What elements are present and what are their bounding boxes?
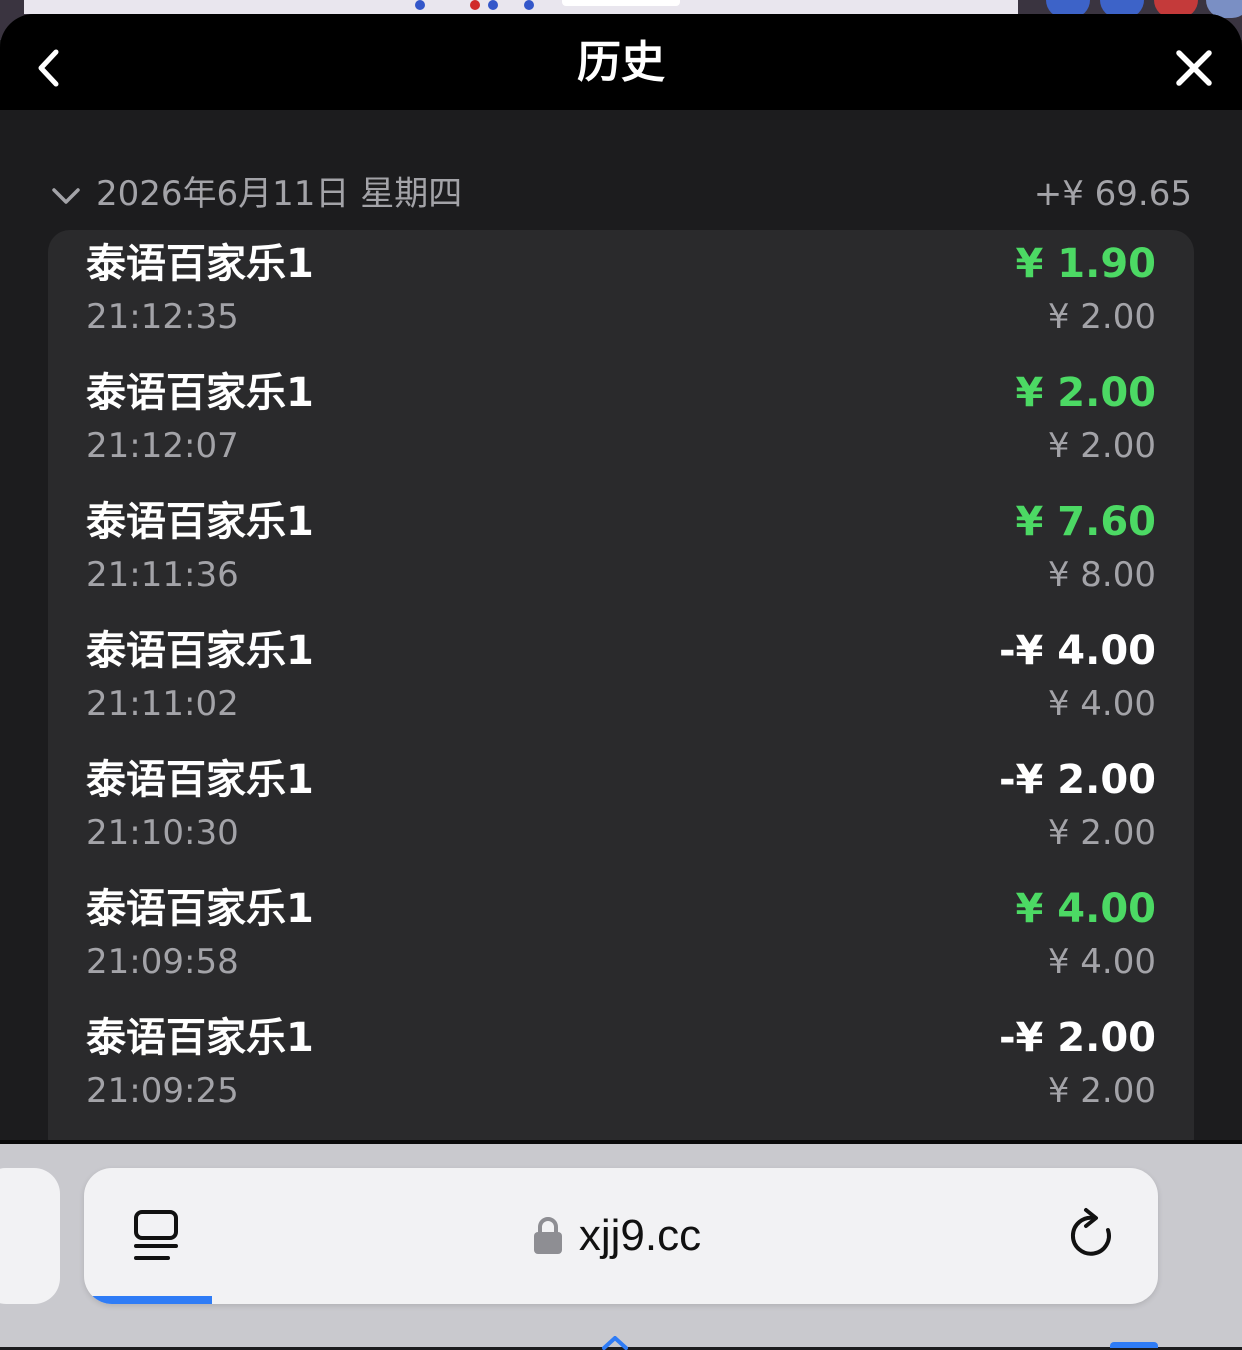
transaction-amount: ¥ 1.90 [1015,241,1156,287]
lock-icon [533,1217,562,1254]
page-title: 历史 [577,37,665,88]
list-item[interactable]: 泰语百家乐1 21:11:02 -¥ 4.00 ¥ 4.00 [48,617,1194,746]
transaction-time: 21:09:58 [86,942,239,982]
browser-toolbar: xjj9.cc [0,1140,1242,1350]
background-dot [488,0,498,10]
transaction-amount: -¥ 2.00 [998,757,1156,803]
page-load-progress [84,1296,212,1304]
game-name: 泰语百家乐1 [86,370,314,416]
close-button[interactable] [1170,44,1218,92]
bet-amount: ¥ 2.00 [1047,1071,1156,1111]
url-text: xjj9.cc [578,1211,702,1260]
game-name: 泰语百家乐1 [86,1015,314,1061]
background-dot [470,0,480,10]
background-pill [562,0,680,6]
bet-amount: ¥ 8.00 [1047,555,1156,595]
transaction-time: 21:12:35 [86,297,239,337]
background-dot [415,0,425,10]
previous-tab-card[interactable] [0,1168,60,1304]
background-dot [524,0,534,10]
address-bar[interactable]: xjj9.cc [84,1168,1158,1304]
tab-indicator [1110,1342,1158,1348]
date-total: +¥ 69.65 [1033,174,1192,214]
bet-amount: ¥ 4.00 [1047,684,1156,724]
list-item[interactable]: 泰语百家乐1 21:09:58 ¥ 4.00 ¥ 4.00 [48,875,1194,1004]
chevron-up-icon [602,1336,628,1350]
close-icon [1176,50,1212,86]
bet-amount: ¥ 4.00 [1047,942,1156,982]
list-item[interactable]: 泰语百家乐1 21:12:35 ¥ 1.90 ¥ 2.00 [48,230,1194,359]
date-group-header[interactable]: 2026年6月11日 星期四 +¥ 69.65 [50,168,1192,220]
transaction-amount: -¥ 4.00 [998,628,1156,674]
game-name: 泰语百家乐1 [86,241,314,287]
reload-icon[interactable] [1064,1206,1120,1264]
game-name: 泰语百家乐1 [86,628,314,674]
game-name: 泰语百家乐1 [86,757,314,803]
bet-amount: ¥ 2.00 [1047,813,1156,853]
game-name: 泰语百家乐1 [86,499,314,545]
transaction-list: 泰语百家乐1 21:12:35 ¥ 1.90 ¥ 2.00 泰语百家乐1 21:… [48,230,1194,1140]
transaction-time: 21:11:02 [86,684,239,724]
url-display[interactable]: xjj9.cc [84,1168,1158,1304]
list-item[interactable]: 泰语百家乐1 21:12:07 ¥ 2.00 ¥ 2.00 [48,359,1194,488]
transaction-amount: ¥ 2.00 [1015,370,1156,416]
transaction-amount: -¥ 2.00 [998,1015,1156,1061]
transaction-amount: ¥ 7.60 [1015,499,1156,545]
history-sheet: 历史 2026年6月11日 星期四 +¥ 69.65 泰语百家乐1 21:12:… [0,14,1242,1140]
transaction-time: 21:11:36 [86,555,239,595]
transaction-time: 21:12:07 [86,426,239,466]
bet-amount: ¥ 2.00 [1047,426,1156,466]
list-item[interactable]: 泰语百家乐1 21:09:25 -¥ 2.00 ¥ 2.00 [48,1004,1194,1133]
list-item[interactable]: 泰语百家乐1 21:11:36 ¥ 7.60 ¥ 8.00 [48,488,1194,617]
list-item[interactable]: 泰语百家乐1 21:10:30 -¥ 2.00 ¥ 2.00 [48,746,1194,875]
transaction-time: 21:10:30 [86,813,239,853]
transaction-amount: ¥ 4.00 [1015,886,1156,932]
background-board [24,0,1018,14]
transaction-time: 21:09:25 [86,1071,239,1111]
date-label: 2026年6月11日 星期四 [96,174,463,214]
game-name: 泰语百家乐1 [86,886,314,932]
chevron-down-icon [52,188,80,204]
history-header: 历史 [0,14,1242,110]
bet-amount: ¥ 2.00 [1047,297,1156,337]
